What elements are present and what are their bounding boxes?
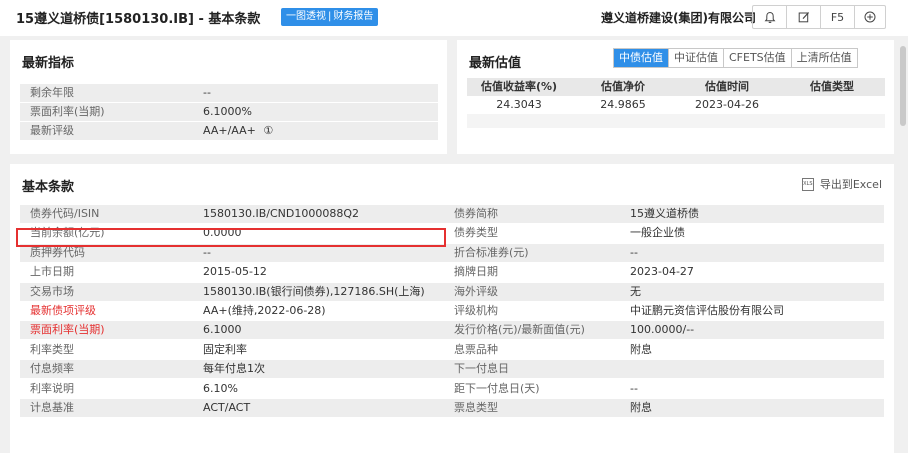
term-value: 15遵义道桥债 (630, 207, 699, 220)
valuation-table-empty-row (467, 114, 885, 128)
tab-cfets-valuation[interactable]: CFETS估值 (724, 49, 792, 67)
edit-icon[interactable] (787, 6, 821, 28)
term-value: 每年付息1次 (203, 362, 265, 376)
valuation-table-row: 24.3043 24.9865 2023-04-26 (467, 96, 885, 114)
overview-report-button[interactable]: 一图透视 | 财务报告 (281, 8, 379, 26)
term-value: 100.0000/-- (630, 323, 695, 337)
term-label: 票息类型 (454, 401, 498, 414)
term-label: 距下一付息日(天) (454, 381, 540, 395)
term-label: 债券类型 (454, 226, 498, 240)
valuation-table-header: 估值收益率(%) 估值净价 估值时间 估值类型 (467, 78, 885, 96)
term-value: 6.10% (203, 381, 238, 395)
indicator-value: AA+/AA+ ① (203, 122, 273, 140)
indicator-label: 最新评级 (30, 124, 74, 137)
term-value: 2015-05-12 (203, 265, 267, 279)
terms-row: 计息基准 ACT/ACT 票息类型 附息 (20, 399, 884, 417)
term-label: 发行价格(元)/最新面值(元) (454, 323, 585, 337)
term-label: 债券简称 (454, 207, 498, 220)
financial-report-link[interactable]: 财务报告 (333, 11, 373, 22)
term-label: 计息基准 (30, 401, 74, 414)
term-label: 付息频率 (30, 362, 74, 376)
basic-terms-panel: 基本条款 XLS 导出到Excel 债券代码/ISIN 1580130.IB/CN… (10, 164, 894, 453)
tab-csi-valuation[interactable]: 中证估值 (669, 49, 724, 67)
term-value: 6.1000 (203, 323, 242, 337)
indicator-label: 剩余年限 (30, 86, 74, 99)
term-label: 摘牌日期 (454, 265, 498, 279)
term-label: 交易市场 (30, 284, 74, 298)
bell-icon[interactable] (753, 6, 787, 28)
column-header: 估值收益率(%) (480, 80, 558, 93)
term-value: 固定利率 (203, 342, 247, 356)
term-label: 海外评级 (454, 284, 498, 298)
excel-icon: XLS (801, 177, 814, 191)
info-icon[interactable]: ① (263, 124, 273, 137)
valuation-tabs: 中债估值 中证估值 CFETS估值 上清所估值 (613, 48, 858, 68)
latest-indicators-panel: 最新指标 剩余年限 -- 票面利率(当期) 6.1000% 最新评级 AA+/A… (10, 40, 447, 154)
table-cell: 24.3043 (496, 98, 542, 111)
export-label: 导出到Excel (819, 178, 882, 191)
panel-title: 最新估值 (469, 56, 522, 71)
title-bar: 15遵义道桥债[1580130.IB] - 基本条款 一图透视 | 财务报告 遵义道… (0, 0, 908, 36)
terms-row: 利率类型 固定利率 息票品种 附息 (20, 341, 884, 359)
indicator-label: 票面利率(当期) (30, 105, 105, 118)
term-value: 一般企业债 (630, 226, 685, 240)
terms-row: 债券代码/ISIN 1580130.IB/CND1000088Q2 债券简称 15遵义… (20, 205, 884, 223)
term-label: 下一付息日 (454, 362, 509, 376)
f5-button[interactable]: F5 (821, 6, 855, 28)
term-label: 上市日期 (30, 265, 74, 279)
panel-title: 基本条款 (22, 180, 75, 195)
term-label: 折合标准券(元) (454, 245, 529, 259)
export-excel-button[interactable]: XLS 导出到Excel (801, 176, 882, 192)
term-value: 无 (630, 284, 641, 298)
term-value: 1580130.IB(银行间债券),127186.SH(上海) (203, 284, 425, 298)
scrollbar[interactable] (898, 38, 908, 453)
term-value: 附息 (630, 401, 652, 414)
term-label: 利率类型 (30, 342, 74, 356)
term-value: -- (630, 381, 638, 395)
term-label: 息票品种 (454, 342, 498, 356)
terms-row: 上市日期 2015-05-12 摘牌日期 2023-04-27 (20, 263, 884, 281)
terms-row: 交易市场 1580130.IB(银行间债券),127186.SH(上海) 海外评级 无 (20, 282, 884, 301)
page-title: 15遵义道桥债[1580130.IB] - 基本条款 (16, 12, 261, 27)
terms-row: 付息频率 每年付息1次 下一付息日 (20, 360, 884, 379)
column-header: 估值净价 (601, 80, 645, 93)
table-cell: 24.9865 (600, 98, 646, 111)
column-header: 估值时间 (705, 80, 749, 93)
term-label: 利率说明 (30, 381, 74, 395)
term-label: 评级机构 (454, 304, 498, 317)
indicator-row: 剩余年限 -- (20, 84, 438, 102)
term-label: 票面利率(当期) (30, 323, 105, 337)
term-value: 2023-04-27 (630, 265, 694, 279)
terms-row: 最新债项评级 AA+(维持,2022-06-28) 评级机构 中证鹏元资信评估股份有限… (20, 302, 884, 322)
indicator-value: 6.1000% (203, 105, 252, 118)
tab-shclearing-valuation[interactable]: 上清所估值 (792, 49, 857, 67)
term-value: 附息 (630, 342, 652, 356)
panel-title: 最新指标 (22, 56, 75, 71)
scroll-thumb[interactable] (900, 46, 906, 126)
indicator-row: 最新评级 AA+/AA+ ① (20, 122, 438, 140)
rating-value: AA+/AA+ (203, 124, 256, 137)
issuer-company[interactable]: 遵义道桥建设(集团)有限公司 (601, 9, 756, 26)
terms-row: 票面利率(当期) 6.1000 发行价格(元)/最新面值(元) 100.0000/-- (20, 321, 884, 340)
terms-row: 利率说明 6.10% 距下一付息日(天) -- (20, 380, 884, 398)
rating-agency-link[interactable]: 中证鹏元资信评估股份有限公司 (630, 302, 784, 322)
indicator-row: 票面利率(当期) 6.1000% (20, 103, 438, 121)
overview-link[interactable]: 一图透视 (286, 11, 326, 22)
tab-chinabond-valuation[interactable]: 中债估值 (614, 49, 669, 67)
header-toolbar: F5 (752, 5, 886, 29)
term-value: AA+(维持,2022-06-28) (203, 304, 326, 317)
column-header: 估值类型 (810, 80, 854, 93)
plus-circle-icon[interactable] (855, 6, 885, 28)
table-cell: 2023-04-26 (695, 98, 759, 111)
indicator-value: -- (203, 86, 211, 99)
highlight-box (16, 228, 446, 247)
term-value: ACT/ACT (203, 401, 251, 414)
term-label: 债券代码/ISIN (30, 207, 100, 220)
term-value: -- (630, 245, 638, 259)
term-label: 最新债项评级 (30, 304, 96, 317)
separator: | (328, 11, 332, 22)
latest-valuation-panel: 最新估值 中债估值 中证估值 CFETS估值 上清所估值 估值收益率(%) 估值… (457, 40, 894, 154)
term-value: 1580130.IB/CND1000088Q2 (203, 207, 360, 220)
